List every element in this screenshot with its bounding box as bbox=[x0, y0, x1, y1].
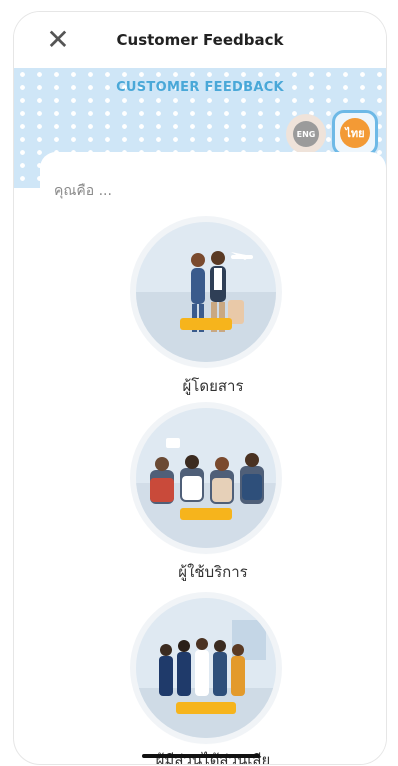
language-english-label: ENG bbox=[293, 121, 319, 147]
banner-title: CUSTOMER FEEDBACK bbox=[116, 80, 284, 95]
language-english-button[interactable]: ENG bbox=[286, 114, 326, 154]
stakeholder-illustration bbox=[136, 598, 276, 738]
language-thai-label: ไทย bbox=[340, 118, 370, 148]
option-passenger-label: ผู้โดยสาร bbox=[182, 377, 244, 395]
app-screen: ✕ Customer Feedback CUSTOMER FEEDBACK EN… bbox=[14, 12, 386, 764]
question-text: คุณคือ ... bbox=[54, 183, 112, 199]
close-icon[interactable]: ✕ bbox=[44, 26, 72, 54]
option-service-user-label: ผู้ใช้บริการ bbox=[178, 563, 248, 581]
home-indicator bbox=[142, 754, 260, 758]
page-title: Customer Feedback bbox=[116, 31, 284, 49]
selection-card: คุณคือ ... ผู้โดยสาร ผู้ใช้บริการ bbox=[40, 152, 386, 764]
service-user-illustration bbox=[136, 408, 276, 548]
navigation-bar: ✕ Customer Feedback bbox=[14, 12, 386, 68]
language-thai-button[interactable]: ไทย bbox=[332, 110, 378, 156]
passenger-illustration bbox=[136, 222, 276, 362]
